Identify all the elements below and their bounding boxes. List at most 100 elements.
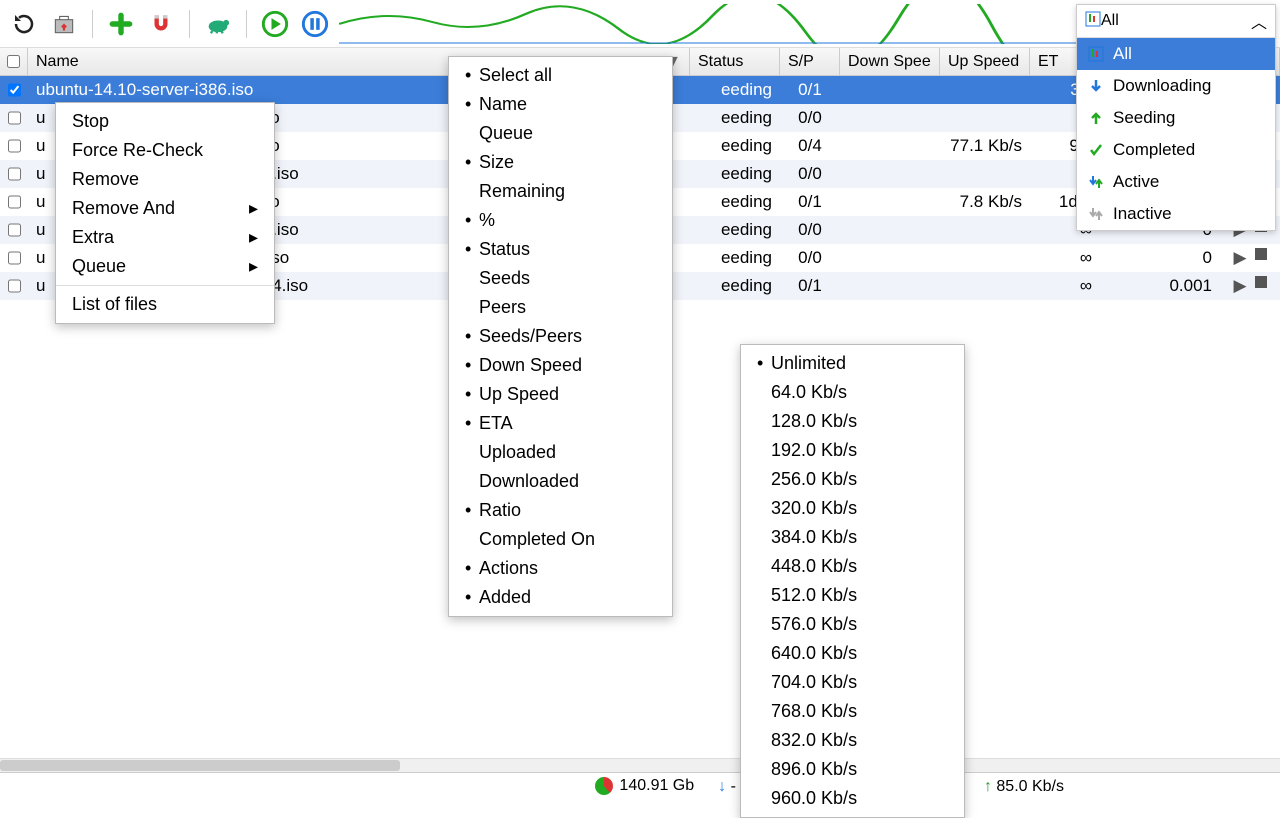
upload-speed-status[interactable]: ↑ 85.0 Kb/s <box>984 778 1064 796</box>
torrent-down-speed <box>840 228 940 232</box>
column-check[interactable] <box>0 48 28 75</box>
magnet-icon <box>148 11 174 37</box>
column-toggle-actions[interactable]: Actions <box>449 554 672 583</box>
add-button[interactable] <box>105 8 137 40</box>
speed-option[interactable]: 384.0 Kb/s <box>741 523 964 552</box>
scrollbar-thumb[interactable] <box>0 760 400 771</box>
column-toggle-remaining[interactable]: Remaining <box>449 177 672 206</box>
torrent-sp: 0/1 <box>780 274 840 298</box>
play-icon[interactable]: ▶ <box>1233 248 1246 268</box>
row-checkbox[interactable] <box>8 279 21 293</box>
speed-option[interactable]: 640.0 Kb/s <box>741 639 964 668</box>
column-toggle-queue[interactable]: Queue <box>449 119 672 148</box>
turtle-icon <box>204 10 232 38</box>
refresh-button[interactable] <box>8 8 40 40</box>
bullet-icon <box>465 210 479 231</box>
submenu-arrow-icon: ▸ <box>229 256 258 277</box>
column-toggle-completed-on[interactable]: Completed On <box>449 525 672 554</box>
speed-option[interactable]: 256.0 Kb/s <box>741 465 964 494</box>
bullet-icon <box>757 353 771 374</box>
bullet-icon <box>465 355 479 376</box>
speed-option[interactable]: 704.0 Kb/s <box>741 668 964 697</box>
menu-item-remove-and[interactable]: Remove And▸ <box>56 194 274 223</box>
horizontal-scrollbar[interactable] <box>0 758 1280 772</box>
column-toggle-up-speed[interactable]: Up Speed <box>449 380 672 409</box>
turtle-button[interactable] <box>202 8 234 40</box>
filter-item-all[interactable]: All <box>1077 38 1275 70</box>
column-toggle--[interactable]: % <box>449 206 672 235</box>
menu-separator <box>56 285 274 286</box>
menu-item-remove[interactable]: Remove <box>56 165 274 194</box>
torrent-up-speed <box>940 284 1030 288</box>
row-checkbox[interactable] <box>8 139 21 153</box>
filter-item-downloading[interactable]: Downloading <box>1077 70 1275 102</box>
column-toggle-uploaded[interactable]: Uploaded <box>449 438 672 467</box>
column-toggle-name[interactable]: Name <box>449 90 672 119</box>
speed-option[interactable]: 320.0 Kb/s <box>741 494 964 523</box>
column-toggle-seeds-peers[interactable]: Seeds/Peers <box>449 322 672 351</box>
menu-item-extra[interactable]: Extra▸ <box>56 223 274 252</box>
speed-option[interactable]: 128.0 Kb/s <box>741 407 964 436</box>
column-sp[interactable]: S/P <box>780 48 840 75</box>
menu-item-stop[interactable]: Stop <box>56 107 274 136</box>
row-checkbox[interactable] <box>8 83 21 97</box>
column-up-speed[interactable]: Up Speed <box>940 48 1030 75</box>
menu-item-force-re-check[interactable]: Force Re-Check <box>56 136 274 165</box>
play-icon[interactable]: ▶ <box>1233 276 1246 296</box>
column-toggle-select-all[interactable]: Select all <box>449 61 672 90</box>
plus-icon <box>108 11 134 37</box>
bullet-icon <box>465 94 479 115</box>
column-toggle-seeds[interactable]: Seeds <box>449 264 672 293</box>
speed-option[interactable]: 768.0 Kb/s <box>741 697 964 726</box>
speed-option[interactable]: Unlimited <box>741 349 964 378</box>
filter-item-active[interactable]: Active <box>1077 166 1275 198</box>
column-toggle-peers[interactable]: Peers <box>449 293 672 322</box>
speed-option[interactable]: 64.0 Kb/s <box>741 378 964 407</box>
column-toggle-downloaded[interactable]: Downloaded <box>449 467 672 496</box>
speed-option[interactable]: 576.0 Kb/s <box>741 610 964 639</box>
row-checkbox[interactable] <box>8 167 21 181</box>
filter-item-seeding[interactable]: Seeding <box>1077 102 1275 134</box>
magnet-button[interactable] <box>145 8 177 40</box>
refresh-icon <box>12 12 36 36</box>
start-all-button[interactable] <box>259 8 291 40</box>
speed-option[interactable]: 512.0 Kb/s <box>741 581 964 610</box>
column-toggle-eta[interactable]: ETA <box>449 409 672 438</box>
pause-all-button[interactable] <box>299 8 331 40</box>
filter-item-inactive[interactable]: Inactive <box>1077 198 1275 230</box>
torrent-progress: 0 <box>1100 246 1220 270</box>
speed-option[interactable]: 896.0 Kb/s <box>741 755 964 784</box>
filter-header[interactable]: All ︿ <box>1077 5 1275 38</box>
filter-item-completed[interactable]: Completed <box>1077 134 1275 166</box>
torrent-sp: 0/0 <box>780 246 840 270</box>
column-toggle-added[interactable]: Added <box>449 583 672 612</box>
menu-item-list-of-files[interactable]: List of files <box>56 290 274 319</box>
stop-icon[interactable] <box>1255 248 1267 260</box>
row-checkbox[interactable] <box>8 223 21 237</box>
row-checkbox[interactable] <box>8 111 21 125</box>
column-toggle-down-speed[interactable]: Down Speed <box>449 351 672 380</box>
torrent-progress: 0.001 <box>1100 274 1220 298</box>
open-button[interactable] <box>48 8 80 40</box>
torrent-sp: 0/0 <box>780 106 840 130</box>
speed-option[interactable]: 448.0 Kb/s <box>741 552 964 581</box>
speed-option[interactable]: 960.0 Kb/s <box>741 784 964 813</box>
speed-option[interactable]: 192.0 Kb/s <box>741 436 964 465</box>
column-down-speed[interactable]: Down Spee <box>840 48 940 75</box>
row-checkbox[interactable] <box>8 251 21 265</box>
speed-limit-menu: Unlimited64.0 Kb/s128.0 Kb/s192.0 Kb/s25… <box>740 344 965 818</box>
separator <box>189 10 190 38</box>
column-toggle-size[interactable]: Size <box>449 148 672 177</box>
torrent-down-speed <box>840 116 940 120</box>
play-icon <box>261 10 289 38</box>
column-status[interactable]: Status <box>690 48 780 75</box>
speed-option[interactable]: 832.0 Kb/s <box>741 726 964 755</box>
column-toggle-ratio[interactable]: Ratio <box>449 496 672 525</box>
row-checkbox[interactable] <box>8 195 21 209</box>
select-all-checkbox[interactable] <box>7 55 20 68</box>
menu-item-queue[interactable]: Queue▸ <box>56 252 274 281</box>
stop-icon[interactable] <box>1255 276 1267 288</box>
bullet-icon <box>465 558 479 579</box>
download-speed-status[interactable]: ↓ - <box>718 778 736 796</box>
column-toggle-status[interactable]: Status <box>449 235 672 264</box>
